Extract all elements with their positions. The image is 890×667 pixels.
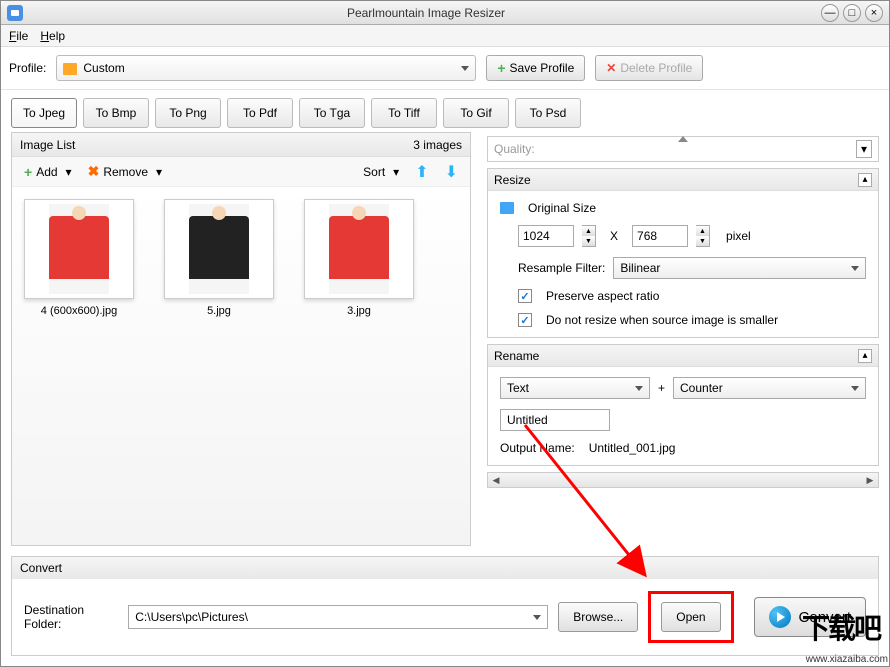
profile-label: Profile: [9,61,46,75]
move-down-button[interactable]: ⬇ [441,160,462,184]
move-up-button[interactable]: ⬆ [411,160,432,184]
menu-file[interactable]: File [9,29,28,43]
width-input[interactable] [518,225,574,247]
quality-section: Quality: ▾ [487,136,879,162]
image-list-title: Image List [20,138,75,152]
height-spinner[interactable]: ▲▼ [696,225,710,247]
plus-icon: + [24,164,32,180]
app-window: Pearlmountain Image Resizer — □ × File H… [0,0,890,667]
dest-label: Destination Folder: [24,603,118,631]
folder-icon [63,63,77,75]
format-tabs: To Jpeg To Bmp To Png To Pdf To Tga To T… [1,90,889,128]
tab-to-png[interactable]: To Png [155,98,221,128]
play-icon [769,606,791,628]
remove-button[interactable]: ✖Remove▾ [84,161,166,182]
list-item[interactable]: 4 (600x600).jpg [24,199,134,317]
output-name-label: Output Name: [500,441,575,455]
plus-label: + [658,381,665,395]
rename-mode2-select[interactable]: Counter [673,377,866,399]
add-button[interactable]: +Add▾ [20,162,76,182]
profile-select[interactable]: Custom [56,55,476,81]
resize-title: Resize [494,173,531,187]
profile-row: Profile: Custom + Save Profile ✕ Delete … [1,47,889,90]
thumbnail-area: 4 (600x600).jpg 5.jpg 3.jpg [12,187,470,545]
tab-to-psd[interactable]: To Psd [515,98,581,128]
preserve-checkbox[interactable]: ✓ [518,289,532,303]
x-icon: ✖ [88,163,100,180]
arrow-down-icon: ⬇ [445,162,458,182]
tab-to-tga[interactable]: To Tga [299,98,365,128]
noresize-label: Do not resize when source image is small… [546,313,778,327]
window-title: Pearlmountain Image Resizer [31,6,821,20]
save-profile-button[interactable]: + Save Profile [486,55,585,81]
chevron-down-icon [635,386,643,391]
chevron-down-icon [461,66,469,71]
unit-label: pixel [726,229,751,243]
arrow-up-icon: ⬆ [415,162,428,182]
horizontal-scrollbar[interactable]: ◀ ▶ [487,472,879,488]
collapse-button[interactable]: ▴ [858,173,872,187]
collapse-button[interactable]: ▴ [858,349,872,363]
menu-help[interactable]: Help [40,29,65,43]
quality-spinner[interactable]: ▾ [856,140,872,158]
thumbnail-image [49,204,109,294]
convert-panel: Convert Destination Folder: C:\Users\pc\… [11,556,879,656]
rename-title: Rename [494,349,539,363]
thumbnail-label: 4 (600x600).jpg [41,305,117,317]
resample-label: Resample Filter: [518,261,605,275]
watermark-url: www.xiazaiba.com [806,654,888,665]
rename-text-input[interactable] [500,409,610,431]
x-label: X [610,229,618,243]
rename-mode1-select[interactable]: Text [500,377,650,399]
tab-to-gif[interactable]: To Gif [443,98,509,128]
quality-label: Quality: [494,142,535,156]
thumbnail-image [189,204,249,294]
original-size-icon [500,202,514,214]
thumbnail-label: 5.jpg [207,305,231,317]
image-count: 3 images [413,138,462,152]
close-button[interactable]: × [865,4,883,22]
image-list-panel: Image List 3 images +Add▾ ✖Remove▾ Sort▾… [11,132,471,546]
x-icon: ✕ [606,61,616,75]
annotation-highlight: Open [648,591,733,643]
rename-section: Rename ▴ Text + Counter [487,344,879,466]
convert-title: Convert [12,557,878,579]
noresize-checkbox[interactable]: ✓ [518,313,532,327]
resize-section: Resize ▴ Original Size ▲▼ X ▲▼ pixel [487,168,879,338]
list-item[interactable]: 5.jpg [164,199,274,317]
scroll-left-icon[interactable]: ◀ [488,473,504,487]
chevron-down-icon [533,615,541,620]
app-icon [7,5,23,21]
tab-to-tiff[interactable]: To Tiff [371,98,437,128]
sort-button[interactable]: Sort▾ [359,163,403,181]
open-button[interactable]: Open [661,602,720,632]
list-item[interactable]: 3.jpg [304,199,414,317]
chevron-down-icon [851,386,859,391]
original-size-label: Original Size [528,201,596,215]
plus-icon: + [497,60,505,76]
thumbnail-image [329,204,389,294]
dest-folder-input[interactable]: C:\Users\pc\Pictures\ [128,605,548,629]
browse-button[interactable]: Browse... [558,602,638,632]
watermark-logo: 下载吧 [802,607,880,647]
tab-to-pdf[interactable]: To Pdf [227,98,293,128]
collapse-up-icon[interactable] [678,136,688,142]
tab-to-jpeg[interactable]: To Jpeg [11,98,77,128]
preserve-label: Preserve aspect ratio [546,289,659,303]
delete-profile-button[interactable]: ✕ Delete Profile [595,55,703,81]
resample-select[interactable]: Bilinear [613,257,866,279]
height-input[interactable] [632,225,688,247]
tab-to-bmp[interactable]: To Bmp [83,98,149,128]
minimize-button[interactable]: — [821,4,839,22]
chevron-down-icon [851,266,859,271]
output-name-value: Untitled_001.jpg [589,441,676,455]
menu-bar: File Help [1,25,889,47]
maximize-button[interactable]: □ [843,4,861,22]
scroll-right-icon[interactable]: ▶ [862,473,878,487]
thumbnail-label: 3.jpg [347,305,371,317]
window-titlebar: Pearlmountain Image Resizer — □ × [1,1,889,25]
width-spinner[interactable]: ▲▼ [582,225,596,247]
